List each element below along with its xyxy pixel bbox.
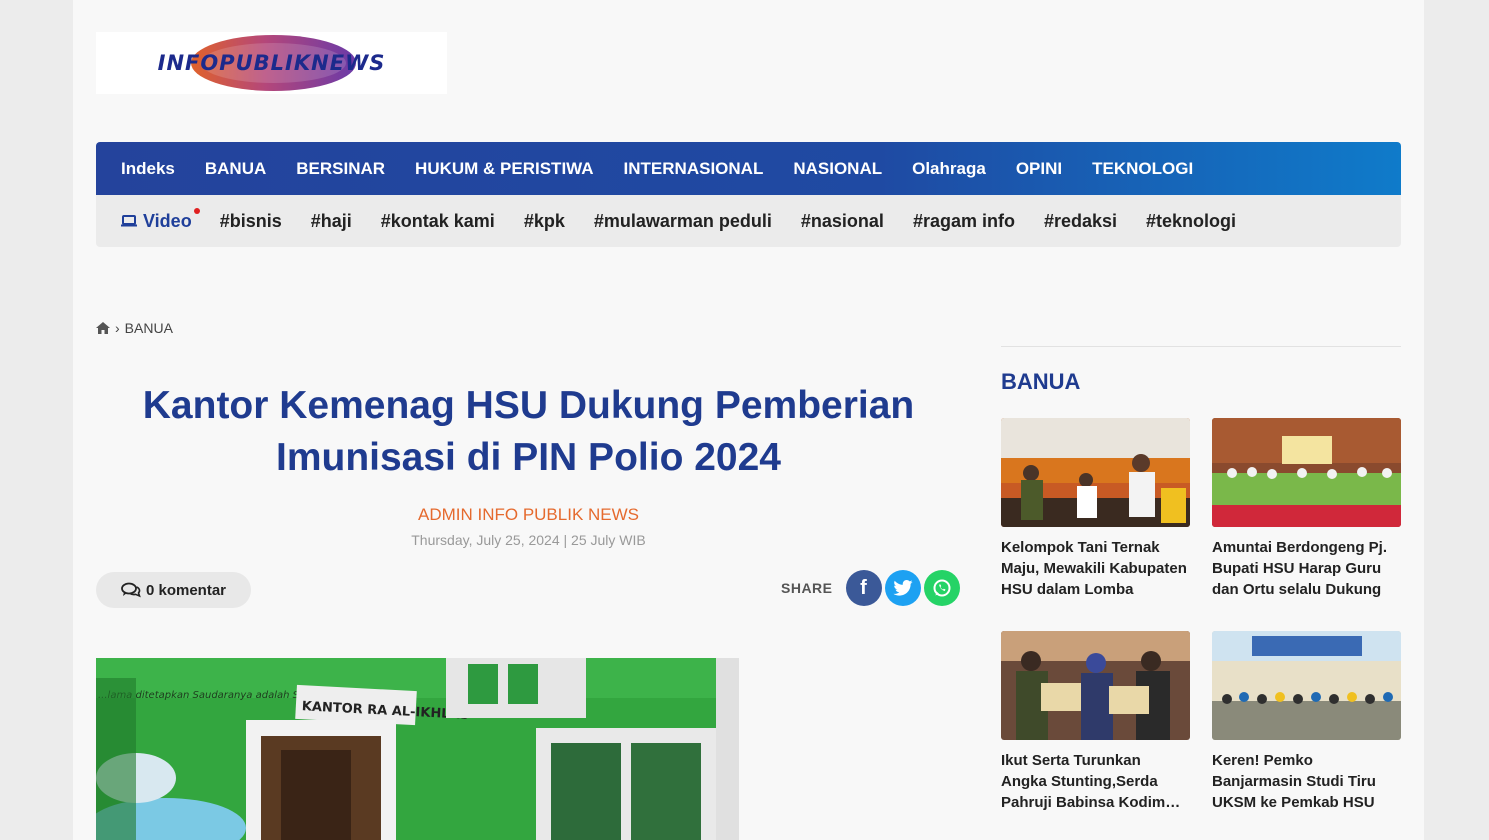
- sidebar-card[interactable]: Kelompok Tani Ternak Maju, Mewakili Kabu…: [1001, 418, 1190, 600]
- nav-item-opini[interactable]: OPINI: [1016, 159, 1062, 179]
- live-dot: [193, 207, 200, 214]
- whatsapp-icon: [933, 579, 951, 597]
- share-bar: SHARE f: [781, 570, 960, 606]
- video-link[interactable]: Video: [121, 207, 200, 232]
- article-hero-image: ...lama ditetapkan Saudaranya adalah Sha…: [96, 658, 739, 840]
- tag-bisnis[interactable]: #bisnis: [220, 211, 282, 232]
- tag-ragam-info[interactable]: #ragam info: [913, 211, 1015, 232]
- whatsapp-share-button[interactable]: [923, 570, 960, 606]
- card-caption[interactable]: Keren! Pemko Banjarmasin Studi Tiru UKSM…: [1212, 750, 1401, 813]
- tag-nasional[interactable]: #nasional: [801, 211, 884, 232]
- facebook-icon: f: [860, 576, 867, 599]
- twitter-share-button[interactable]: [884, 570, 921, 606]
- sidebar-title: BANUA: [1001, 369, 1081, 394]
- laptop-icon: [121, 215, 137, 227]
- article-title: Kantor Kemenag HSU Dukung Pemberian Imun…: [142, 384, 915, 479]
- tag-mulawarman-peduli[interactable]: #mulawarman peduli: [594, 211, 772, 232]
- nav-item-bersinar[interactable]: BERSINAR: [296, 159, 385, 179]
- tag-haji[interactable]: #haji: [311, 211, 352, 232]
- sidebar-card[interactable]: Keren! Pemko Banjarmasin Studi Tiru UKSM…: [1212, 631, 1401, 813]
- article-date: Thursday, July 25, 2024 | 25 July WIB: [411, 532, 646, 548]
- comments-icon: [121, 582, 141, 598]
- card-caption[interactable]: Amuntai Berdongeng Pj. Bupati HSU Harap …: [1212, 537, 1401, 600]
- tag-redaksi[interactable]: #redaksi: [1044, 211, 1117, 232]
- breadcrumb-separator: ›: [115, 320, 120, 336]
- video-label: Video: [143, 210, 192, 231]
- sidebar-card[interactable]: Ikut Serta Turunkan Angka Stunting,Serda…: [1001, 631, 1190, 813]
- card-thumbnail[interactable]: [1212, 631, 1401, 740]
- home-icon[interactable]: [96, 322, 110, 334]
- card-caption[interactable]: Kelompok Tani Ternak Maju, Mewakili Kabu…: [1001, 537, 1190, 600]
- nav-item-nasional[interactable]: NASIONAL: [793, 159, 882, 179]
- main-nav: Indeks BANUA BERSINAR HUKUM & PERISTIWA …: [96, 142, 1401, 195]
- card-caption[interactable]: Ikut Serta Turunkan Angka Stunting,Serda…: [1001, 750, 1190, 813]
- site-logo[interactable]: INFOPUBLIKNEWS: [96, 32, 447, 94]
- card-thumbnail[interactable]: [1212, 418, 1401, 527]
- nav-item-teknologi[interactable]: TEKNOLOGI: [1092, 159, 1193, 179]
- tag-kontak-kami[interactable]: #kontak kami: [381, 211, 495, 232]
- card-thumbnail[interactable]: [1001, 418, 1190, 527]
- sidebar-card[interactable]: Amuntai Berdongeng Pj. Bupati HSU Harap …: [1212, 418, 1401, 600]
- tag-teknologi[interactable]: #teknologi: [1146, 211, 1236, 232]
- article-author[interactable]: ADMIN INFO PUBLIK NEWS: [96, 505, 961, 525]
- card-thumbnail[interactable]: [1001, 631, 1190, 740]
- share-label: SHARE: [781, 580, 833, 596]
- comments-button[interactable]: 0 komentar: [96, 572, 251, 608]
- tag-bar: Video #bisnis #haji #kontak kami #kpk #m…: [96, 195, 1401, 247]
- tag-kpk[interactable]: #kpk: [524, 211, 565, 232]
- nav-item-internasional[interactable]: INTERNASIONAL: [624, 159, 764, 179]
- nav-item-olahraga[interactable]: Olahraga: [912, 159, 986, 179]
- page: INFOPUBLIKNEWS Indeks BANUA BERSINAR HUK…: [73, 0, 1424, 840]
- logo-wordmark: INFOPUBLIKNEWS: [157, 51, 386, 75]
- breadcrumb: › BANUA: [96, 320, 173, 336]
- nav-item-hukum-peristiwa[interactable]: HUKUM & PERISTIWA: [415, 159, 594, 179]
- sidebar-divider: [1001, 346, 1401, 347]
- nav-item-indeks[interactable]: Indeks: [121, 159, 175, 179]
- comments-label: 0 komentar: [145, 581, 227, 599]
- nav-item-banua[interactable]: BANUA: [205, 159, 266, 179]
- facebook-share-button[interactable]: f: [845, 570, 882, 606]
- twitter-icon: [892, 580, 913, 596]
- breadcrumb-current[interactable]: BANUA: [125, 320, 173, 336]
